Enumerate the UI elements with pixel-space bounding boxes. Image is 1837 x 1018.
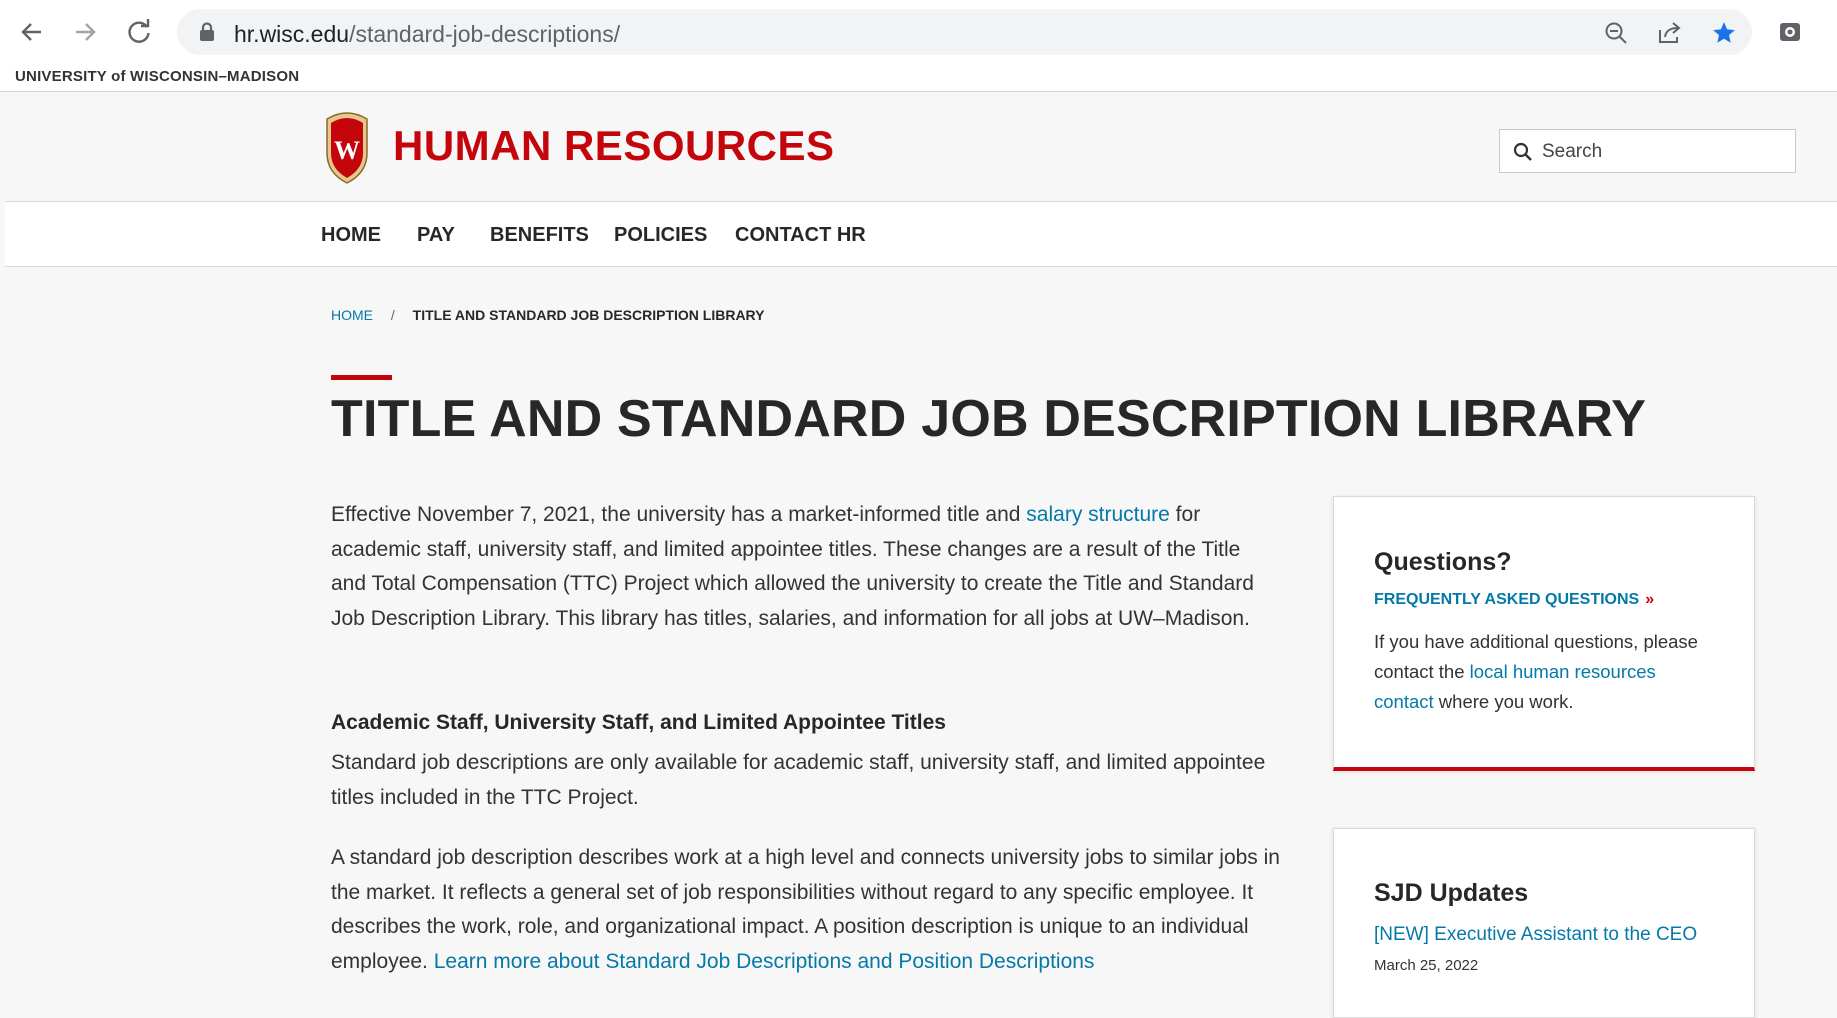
nav-item-home[interactable]: HOME xyxy=(321,224,381,247)
reload-icon xyxy=(128,19,150,43)
questions-heading: Questions? xyxy=(1374,548,1512,576)
salary-structure-link[interactable]: salary structure xyxy=(1026,503,1170,526)
bookmark-button[interactable] xyxy=(1711,20,1737,46)
lock-icon xyxy=(200,22,214,41)
search-input[interactable] xyxy=(1540,136,1784,168)
url-path: /standard-job-descriptions/ xyxy=(349,21,621,47)
faq-link-label: FREQUENTLY ASKED QUESTIONS xyxy=(1374,591,1640,608)
nav-item-contact-hr[interactable]: CONTACT HR xyxy=(735,224,866,247)
back-button[interactable] xyxy=(14,14,50,50)
breadcrumb-home-link[interactable]: HOME xyxy=(331,307,373,323)
back-arrow-icon xyxy=(21,23,41,41)
update-item-link[interactable]: [NEW] Executive Assistant to the CEO xyxy=(1374,924,1697,946)
questions-text: If you have additional questions, please… xyxy=(1374,627,1714,717)
zoom-button[interactable] xyxy=(1603,20,1629,46)
crest-letter: W xyxy=(334,136,360,165)
zoom-out-icon xyxy=(1605,22,1627,44)
double-chevron-icon: » xyxy=(1645,591,1655,608)
url-text: hr.wisc.edu/standard-job-descriptions/ xyxy=(234,21,620,48)
extension-button[interactable] xyxy=(1773,14,1809,50)
availability-paragraph: Standard job descriptions are only avail… xyxy=(331,751,1266,809)
extension-icon xyxy=(1780,23,1800,41)
breadcrumb-current: TITLE AND STANDARD JOB DESCRIPTION LIBRA… xyxy=(412,307,765,323)
section-subheading: Academic Staff, University Staff, and Li… xyxy=(331,711,946,734)
browser-toolbar: hr.wisc.edu/standard-job-descriptions/ xyxy=(0,0,1837,65)
university-label: UNIVERSITY of WISCONSIN–MADISON xyxy=(15,68,300,85)
reload-button[interactable] xyxy=(121,14,157,50)
breadcrumb: HOME / TITLE AND STANDARD JOB DESCRIPTIO… xyxy=(331,307,765,323)
search-box[interactable] xyxy=(1499,129,1796,173)
page-title: TITLE AND STANDARD JOB DESCRIPTION LIBRA… xyxy=(331,390,1647,448)
questions-text-2: where you work. xyxy=(1433,691,1574,712)
sjd-updates-card: SJD Updates [NEW] Executive Assistant to… xyxy=(1333,828,1755,1018)
faq-link[interactable]: FREQUENTLY ASKED QUESTIONS » xyxy=(1374,591,1654,609)
site-title[interactable]: HUMAN RESOURCES xyxy=(393,122,835,170)
intro-text-1: Effective November 7, 2021, the universi… xyxy=(331,503,1027,526)
uw-crest-logo[interactable]: W xyxy=(321,109,373,190)
forward-button[interactable] xyxy=(67,14,103,50)
definition-paragraph: A standard job description describes wor… xyxy=(331,841,1281,979)
learn-more-link[interactable]: Learn more about Standard Job Descriptio… xyxy=(434,950,1095,973)
updates-heading: SJD Updates xyxy=(1374,879,1529,907)
share-icon xyxy=(1659,22,1681,43)
nav-item-policies[interactable]: POLICIES xyxy=(614,224,707,247)
intro-paragraph: Effective November 7, 2021, the universi… xyxy=(331,498,1281,636)
university-bar: UNIVERSITY of WISCONSIN–MADISON xyxy=(0,64,1837,92)
crest-icon: W xyxy=(326,112,368,184)
address-bar[interactable]: hr.wisc.edu/standard-job-descriptions/ xyxy=(177,9,1752,55)
url-domain: hr.wisc.edu xyxy=(234,21,350,47)
star-icon xyxy=(1713,22,1735,43)
site-header: W HUMAN RESOURCES xyxy=(5,92,1837,202)
nav-item-pay[interactable]: PAY xyxy=(417,224,455,247)
title-accent-rule xyxy=(331,375,392,380)
main-navigation: HOME PAY BENEFITS POLICIES CONTACT HR xyxy=(5,202,1837,267)
share-button[interactable] xyxy=(1657,20,1683,46)
update-item-date: March 25, 2022 xyxy=(1374,957,1479,974)
nav-item-benefits[interactable]: BENEFITS xyxy=(490,224,589,247)
search-icon xyxy=(1513,142,1532,161)
forward-arrow-icon xyxy=(76,23,96,41)
breadcrumb-separator: / xyxy=(390,307,395,323)
questions-card: Questions? FREQUENTLY ASKED QUESTIONS » I… xyxy=(1333,496,1755,771)
